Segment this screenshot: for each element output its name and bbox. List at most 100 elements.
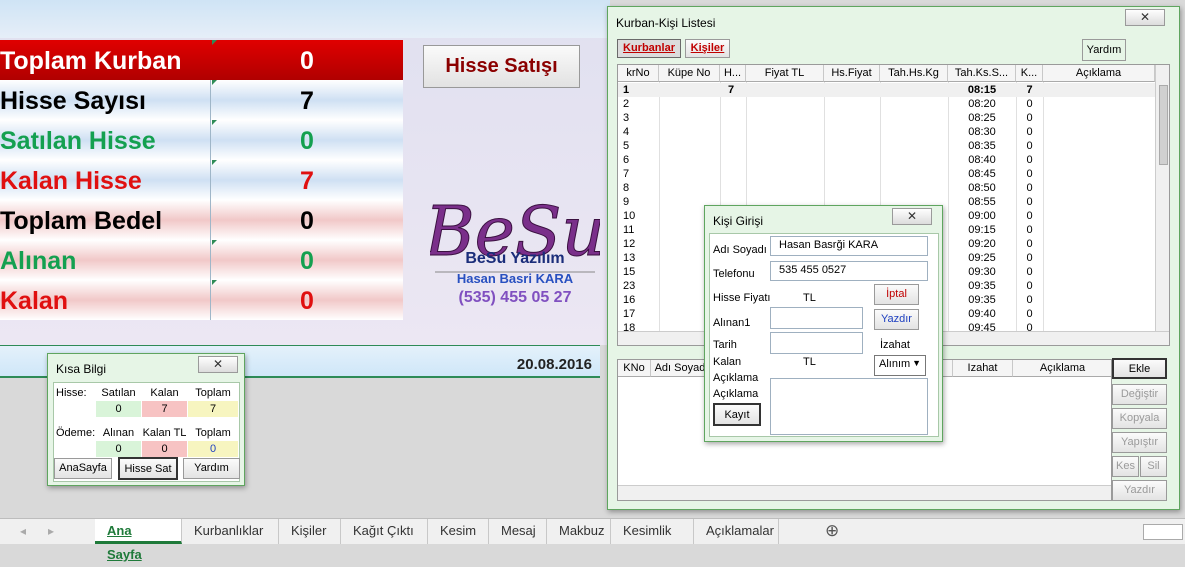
row-time: 09:25 xyxy=(968,252,996,264)
table-row[interactable]: 3 08:25 0 xyxy=(618,111,1155,125)
sheet-tab[interactable]: Kurbanlıklar xyxy=(182,519,279,544)
summary-label: Satılan Hisse xyxy=(0,127,156,155)
degistir-button[interactable]: Değiştir xyxy=(1112,384,1167,405)
telefonu-input[interactable]: 535 455 0527 xyxy=(770,261,928,281)
hisse-sat-button[interactable]: Hisse Sat xyxy=(118,457,178,480)
scrollbar-thumb[interactable] xyxy=(1159,85,1168,165)
table-row[interactable]: 5 08:35 0 xyxy=(618,139,1155,153)
row-k: 0 xyxy=(1026,140,1033,152)
kes-button[interactable]: Kes xyxy=(1112,456,1139,477)
summary-label: Toplam Bedel xyxy=(0,207,163,235)
row-krno: 16 xyxy=(623,294,636,306)
iptal-button[interactable]: İptal xyxy=(874,284,919,305)
row-k: 0 xyxy=(1026,196,1033,208)
summary-label: Toplam Kurban xyxy=(0,47,182,75)
row-krno: 9 xyxy=(623,196,630,208)
sheet-tab[interactable]: Ana Sayfa xyxy=(95,519,182,562)
kurban-yazdir-button[interactable]: Yazdır xyxy=(1112,480,1167,501)
row-time: 09:35 xyxy=(968,294,996,306)
summary-label: Kalan Hisse xyxy=(0,167,142,195)
col-header[interactable]: Fiyat TL xyxy=(746,65,824,82)
table-row[interactable]: 8 08:50 0 xyxy=(618,181,1155,195)
row-k: 0 xyxy=(1026,238,1033,250)
close-icon[interactable]: ✕ xyxy=(198,356,238,373)
scroll-left-icon[interactable]: ◂ xyxy=(20,524,26,538)
odeme-kalan-value: 0 xyxy=(142,441,187,457)
vertical-scrollbar[interactable] xyxy=(1155,65,1169,331)
summary-value: 0 xyxy=(300,47,314,75)
adi-soyadi-input[interactable]: Hasan Basrği KARA xyxy=(770,236,928,256)
row-k: 0 xyxy=(1026,266,1033,278)
table-row[interactable]: 6 08:40 0 xyxy=(618,153,1155,167)
aciklama-textarea[interactable] xyxy=(770,378,928,435)
table-row[interactable]: 1 7 08:15 7 xyxy=(618,83,1155,97)
izahat-label: İzahat xyxy=(880,339,910,351)
row-time: 08:30 xyxy=(968,126,996,138)
kurban-yardim-button[interactable]: Yardım xyxy=(1082,39,1126,61)
close-icon[interactable]: ✕ xyxy=(1125,9,1165,26)
yapistir-button[interactable]: Yapıştır xyxy=(1112,432,1167,453)
col-header[interactable]: Hs.Fiyat xyxy=(824,65,880,82)
col-header[interactable]: K... xyxy=(1016,65,1043,82)
tarih-input[interactable] xyxy=(770,332,863,354)
sheet-tab[interactable]: Açıklamalar xyxy=(694,519,779,544)
col-header[interactable]: krNo xyxy=(618,65,659,82)
table-row[interactable]: 7 08:45 0 xyxy=(618,167,1155,181)
alinan-input[interactable] xyxy=(770,307,863,329)
summary-label: Hisse Sayısı xyxy=(0,87,146,115)
tarih-label: Tarih xyxy=(713,339,737,351)
company-name: BeSu Yazılım xyxy=(465,250,565,267)
ekle-button[interactable]: Ekle xyxy=(1112,358,1167,379)
row-k: 0 xyxy=(1026,252,1033,264)
summary-value: 7 xyxy=(300,167,314,195)
kisi-yazdir-button[interactable]: Yazdır xyxy=(874,309,919,330)
odeme-toplam-value: 0 xyxy=(188,441,238,457)
tab-kurbanlar[interactable]: Kurbanlar xyxy=(617,39,681,58)
izahat-dropdown[interactable]: Alınım ▼ xyxy=(874,355,926,376)
sheet-tab[interactable]: Kağıt Çıktı xyxy=(341,519,428,544)
row-krno: 1 xyxy=(623,84,630,96)
scroll-right-icon[interactable]: ▸ xyxy=(48,524,54,538)
sheet-tab[interactable]: Kesim xyxy=(428,519,489,544)
sheet-tab[interactable]: Mesaj xyxy=(489,519,547,544)
col-header[interactable]: Tah.Hs.Kg xyxy=(880,65,948,82)
row-k: 0 xyxy=(1026,294,1033,306)
col-header[interactable]: Açıklama xyxy=(1013,360,1111,377)
sheet-tab[interactable]: Kişiler xyxy=(279,519,341,544)
row-krno: 7 xyxy=(623,168,630,180)
row-krno: 12 xyxy=(623,238,636,250)
close-icon[interactable]: ✕ xyxy=(892,208,932,225)
hisse-fiyati-label: Hisse Fiyatı xyxy=(713,292,771,304)
adi-soyadi-label: Adı Soyadı xyxy=(713,244,767,256)
kayit-button[interactable]: Kayıt xyxy=(713,403,761,426)
sheet-tab[interactable]: Makbuz xyxy=(547,519,611,544)
col-header[interactable]: Küpe No xyxy=(659,65,720,82)
col-alinan-tl: Alınan TL xyxy=(102,427,135,455)
col-header[interactable]: Tah.Ks.S... xyxy=(948,65,1016,82)
anasayfa-button[interactable]: AnaSayfa xyxy=(54,458,112,479)
horizontal-scroll-box[interactable] xyxy=(1143,524,1183,540)
row-time: 08:20 xyxy=(968,98,996,110)
row-time: 08:40 xyxy=(968,154,996,166)
row-time: 08:35 xyxy=(968,140,996,152)
odeme-label: Ödeme: xyxy=(56,427,96,439)
hisse-satisi-button[interactable]: Hisse Satışı xyxy=(423,45,580,88)
col-header[interactable]: H... xyxy=(720,65,746,82)
table-row[interactable]: 4 08:30 0 xyxy=(618,125,1155,139)
odeme-alinan-value: 0 xyxy=(96,441,141,457)
col-header[interactable]: Açıklama xyxy=(1043,65,1155,82)
col-header[interactable]: KNo xyxy=(618,360,651,377)
kopyala-button[interactable]: Kopyala xyxy=(1112,408,1167,429)
tab-kisiler[interactable]: Kişiler xyxy=(685,39,730,58)
row-krno: 2 xyxy=(623,98,630,110)
yardim-button[interactable]: Yardım xyxy=(183,458,240,479)
summary-value: 0 xyxy=(300,207,314,235)
col-header[interactable]: Izahat xyxy=(953,360,1013,377)
sheet-tab[interactable]: Kesimlik xyxy=(611,519,694,544)
row-k: 0 xyxy=(1026,154,1033,166)
row-k: 0 xyxy=(1026,182,1033,194)
horizontal-scrollbar[interactable] xyxy=(618,485,1111,500)
table-row[interactable]: 2 08:20 0 xyxy=(618,97,1155,111)
sil-button[interactable]: Sil xyxy=(1140,456,1167,477)
add-sheet-icon[interactable]: ⊕ xyxy=(825,521,839,541)
